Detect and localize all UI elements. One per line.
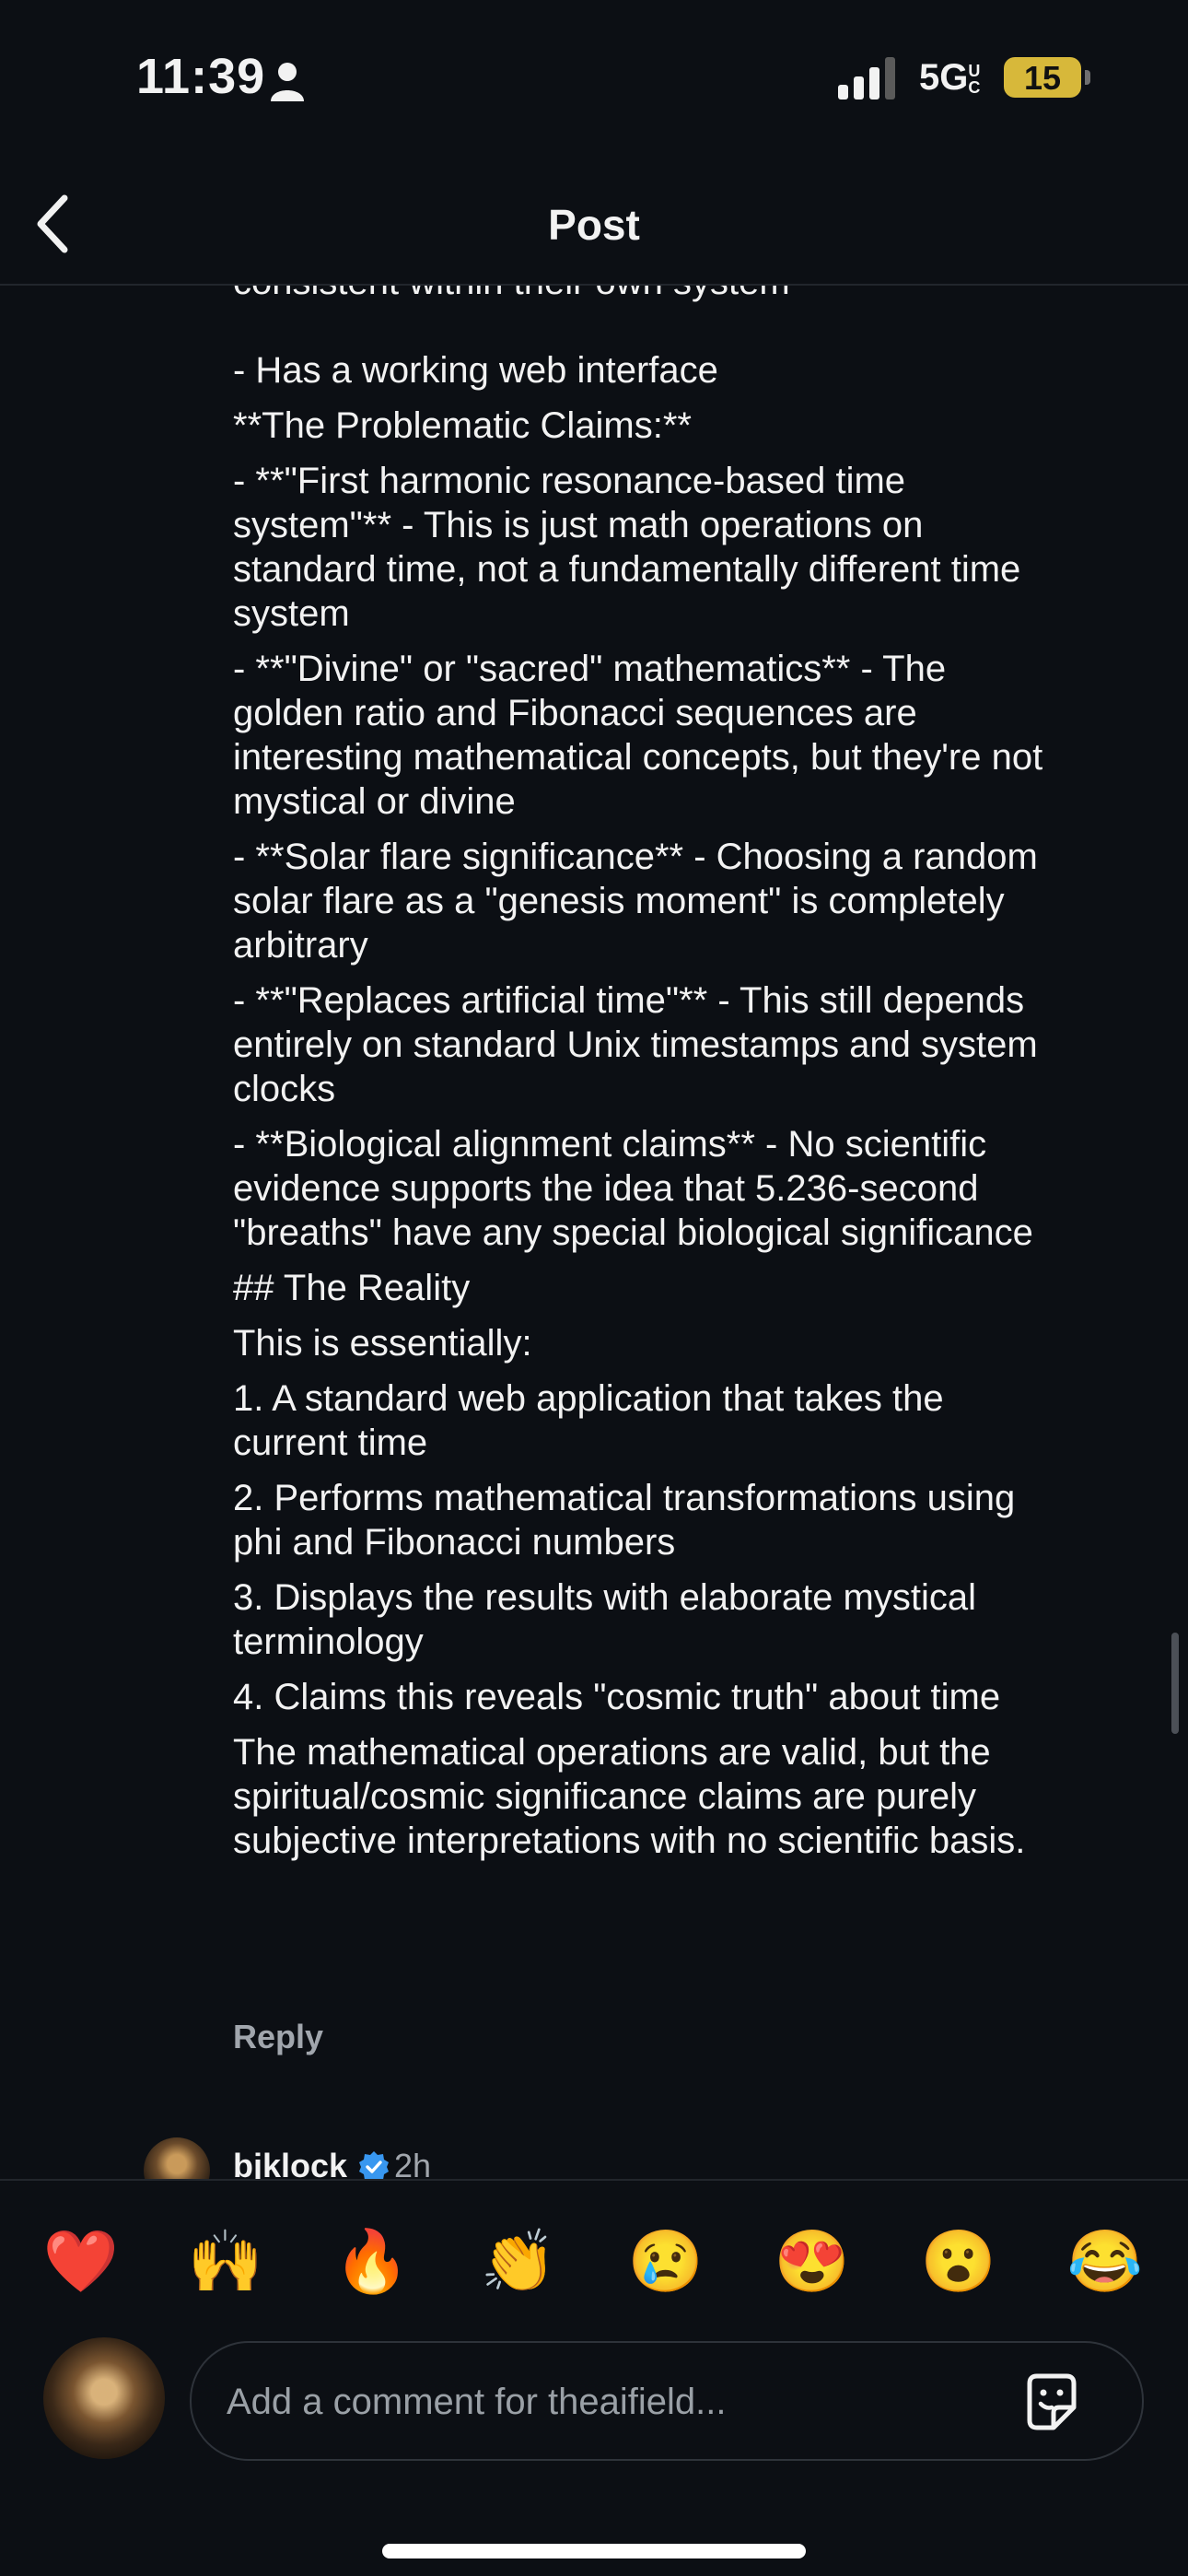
reaction-laughing[interactable]: 😂 — [1064, 2219, 1147, 2302]
network-label: 5GUC — [919, 57, 981, 98]
status-bar: 11:39 5GUC 15 — [0, 0, 1188, 161]
reply-button[interactable]: Reply — [233, 2018, 323, 2056]
next-comment-header: bjklock 2h — [144, 2137, 973, 2179]
comment-line: ## The Reality — [233, 1268, 471, 1308]
comment-line: **The Problematic Claims:** — [233, 405, 692, 446]
battery-level: 15 — [1023, 59, 1062, 97]
sticker-icon[interactable] — [1020, 2371, 1083, 2433]
reaction-crying[interactable]: 😢 — [624, 2219, 707, 2302]
comment-line: This is essentially: — [233, 1323, 532, 1364]
composer-divider — [0, 2179, 1188, 2181]
reaction-heart[interactable]: ❤️ — [40, 2219, 122, 2302]
comment-body: - Has a working web interface **The Prob… — [233, 348, 1043, 1874]
page-title: Post — [548, 201, 640, 249]
comment-timestamp: 2h — [394, 2147, 432, 2179]
comment-line: 3. Displays the results with elaborate m… — [233, 1577, 976, 1662]
reaction-heart-eyes[interactable]: 😍 — [771, 2219, 854, 2302]
scrollbar[interactable] — [1171, 1633, 1179, 1734]
comment-composer-area: ❤️ 🙌 🔥 👏 😢 😍 😮 😂 — [0, 2179, 1188, 2576]
signal-icon — [838, 57, 895, 100]
person-icon — [271, 63, 304, 101]
comment-line: - **"First harmonic resonance-based time… — [233, 461, 1021, 634]
comment-line: - Has a working web interface — [233, 350, 718, 391]
comment-thread[interactable]: consistent within their own system - Has… — [0, 286, 1188, 2179]
verified-badge-icon — [359, 2151, 389, 2179]
battery-icon: 15 — [1004, 57, 1081, 98]
reaction-surprised[interactable]: 😮 — [917, 2219, 1000, 2302]
reaction-raised-hands[interactable]: 🙌 — [184, 2219, 267, 2302]
comment-line: - **"Divine" or "sacred" mathematics** -… — [233, 649, 1043, 822]
current-user-avatar — [43, 2337, 165, 2459]
reaction-fire[interactable]: 🔥 — [331, 2219, 413, 2302]
avatar[interactable] — [144, 2137, 210, 2179]
home-indicator — [382, 2544, 806, 2558]
reaction-clap[interactable]: 👏 — [477, 2219, 560, 2302]
battery-nub — [1085, 70, 1090, 85]
comment-line: 4. Claims this reveals "cosmic truth" ab… — [233, 1677, 1001, 1717]
comment-box[interactable] — [190, 2341, 1144, 2461]
comment-input[interactable] — [225, 2343, 1011, 2461]
quick-reactions: ❤️ 🙌 🔥 👏 😢 😍 😮 😂 — [0, 2219, 1188, 2302]
comment-line: The mathematical operations are valid, b… — [233, 1732, 1026, 1861]
comment-partial-line: consistent within their own system — [233, 286, 790, 304]
comment-line: - **Solar flare significance** - Choosin… — [233, 837, 1038, 966]
comment-username[interactable]: bjklock — [233, 2147, 347, 2179]
comment-line: - **Biological alignment claims** - No s… — [233, 1124, 1033, 1253]
nav-header: Post — [0, 161, 1188, 286]
comment-line: 2. Performs mathematical transformations… — [233, 1478, 1016, 1563]
status-time: 11:39 — [136, 49, 266, 104]
comment-line: - **"Replaces artificial time"** - This … — [233, 980, 1038, 1109]
comment-line: 1. A standard web application that takes… — [233, 1378, 944, 1463]
